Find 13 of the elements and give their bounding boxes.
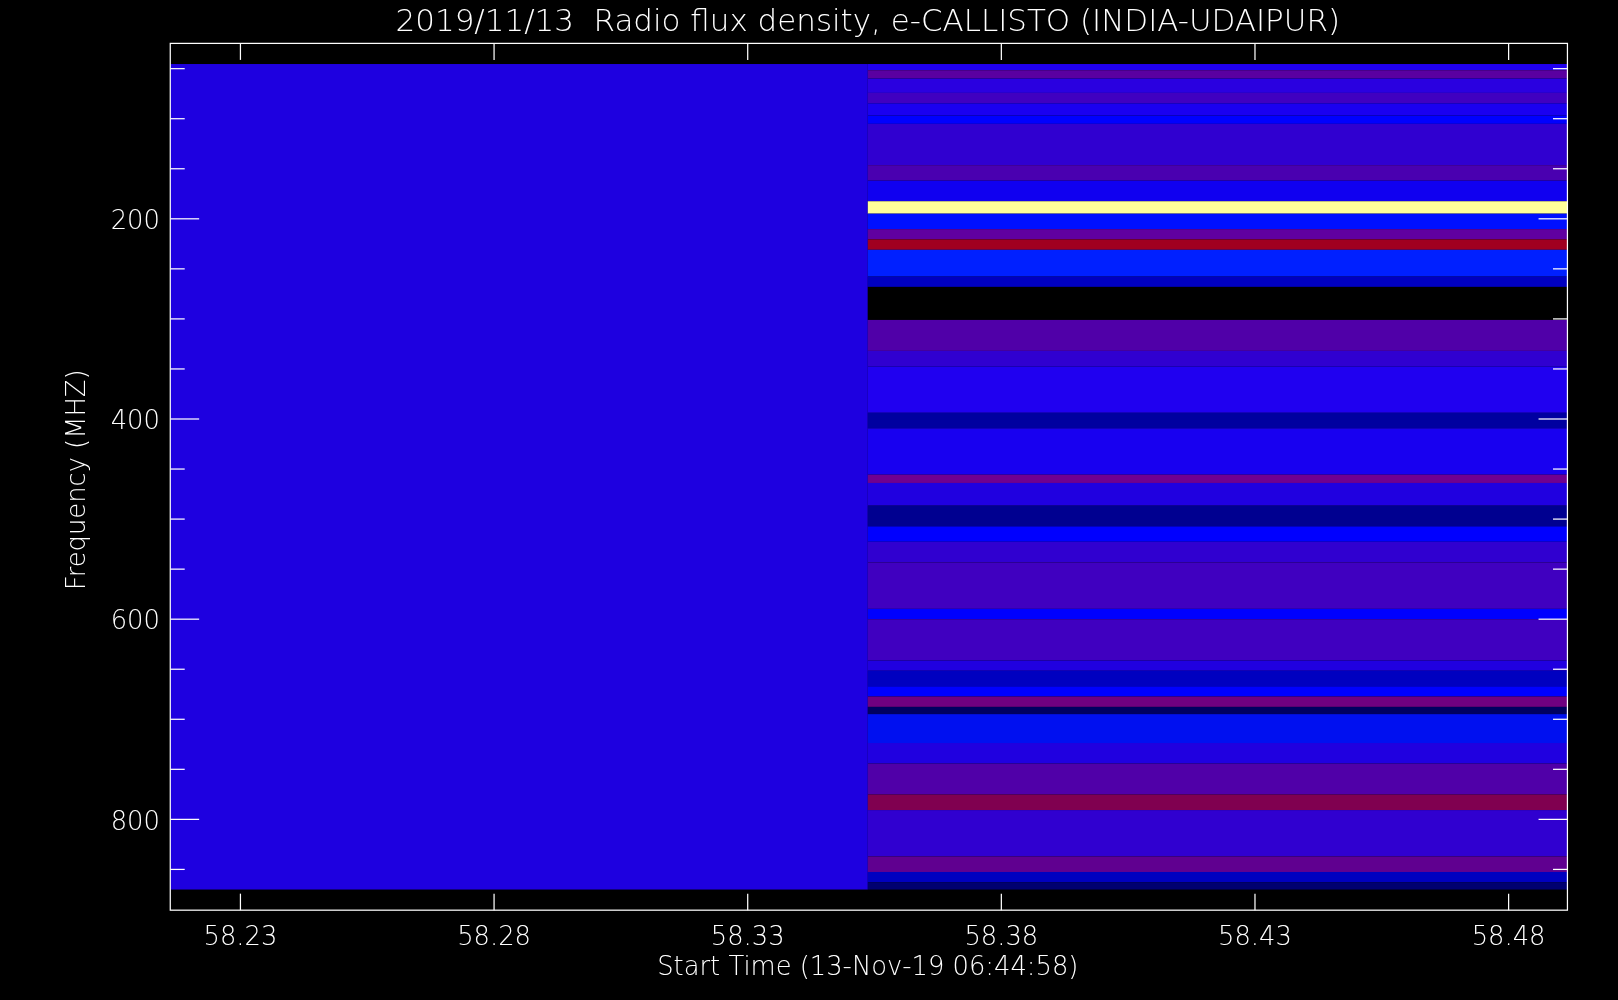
tick-label: 800 xyxy=(110,805,160,836)
tick-label: 400 xyxy=(110,405,160,436)
axis-label: Frequency (MHZ) xyxy=(60,369,91,591)
axis-label: Start Time (13-Nov-19 06:44:58) xyxy=(657,951,1079,982)
tick-label: 58.43 xyxy=(1218,921,1292,952)
tick-label: 58.23 xyxy=(203,921,278,952)
tick-label: 58.33 xyxy=(710,921,785,952)
tick-label: 58.38 xyxy=(964,921,1039,952)
tick-label: 200 xyxy=(110,205,160,236)
tick-label: 58.28 xyxy=(457,921,531,952)
plot-title: 2019/11/13 Radio flux density, e-CALLISTO (INDIA-UDAIPUR) xyxy=(395,2,1340,38)
tick-label: 58.48 xyxy=(1471,921,1546,952)
tick-label: 600 xyxy=(110,605,160,636)
